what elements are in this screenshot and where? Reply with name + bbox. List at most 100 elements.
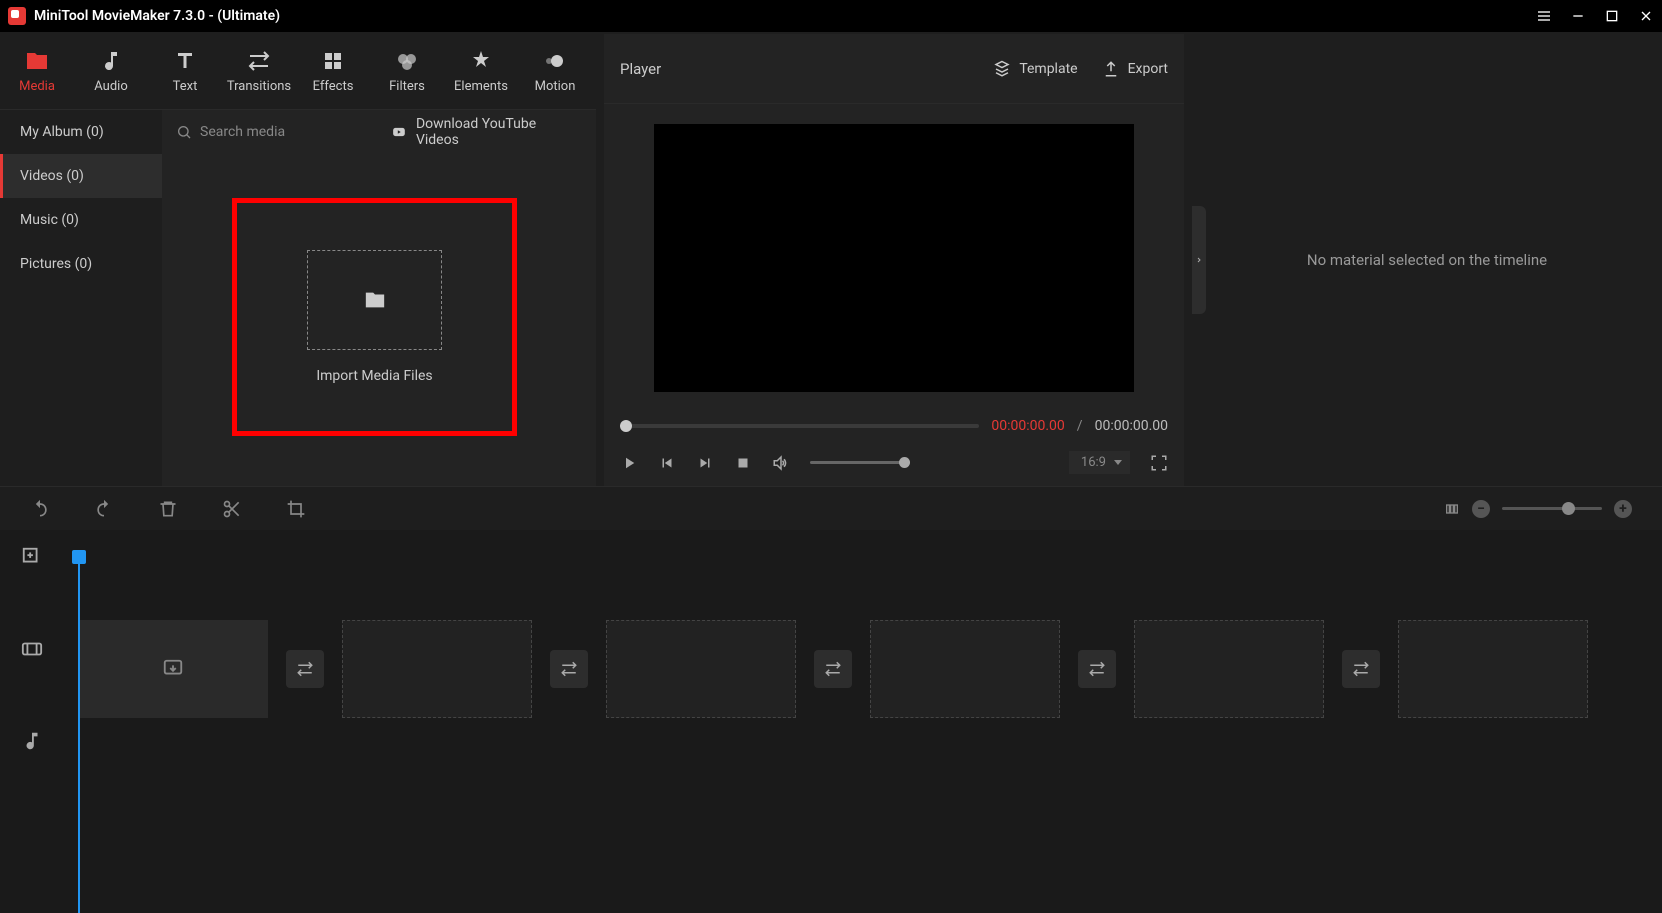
transition-slot[interactable] (286, 650, 324, 688)
time-sep: / (1077, 418, 1083, 434)
time-current: 00:00:00.00 (991, 418, 1064, 434)
ribbon-text-label: Text (173, 79, 198, 94)
maximize-icon[interactable] (1604, 8, 1620, 24)
zoom-handle[interactable] (1562, 502, 1575, 515)
import-highlight: Import Media Files (232, 198, 517, 436)
stop-icon[interactable] (734, 454, 752, 472)
prev-frame-icon[interactable] (658, 454, 676, 472)
hamburger-icon[interactable] (1536, 8, 1552, 24)
undo-icon[interactable] (30, 499, 50, 519)
volume-slider[interactable] (810, 461, 910, 464)
timeline (0, 530, 1662, 913)
media-sidebar: My Album (0) Videos (0) Music (0) Pictur… (0, 110, 162, 486)
ribbon-filters-label: Filters (389, 79, 425, 94)
ribbon-effects-label: Effects (313, 79, 354, 94)
transition-icon (1088, 660, 1106, 678)
transition-slot[interactable] (550, 650, 588, 688)
close-icon[interactable] (1638, 8, 1654, 24)
clip-slot[interactable] (606, 620, 796, 718)
scrubber-track[interactable] (620, 424, 979, 428)
playhead[interactable] (78, 550, 80, 913)
elements-icon (469, 49, 493, 73)
timeline-toolbar: − + (0, 486, 1662, 530)
crop-icon[interactable] (286, 499, 306, 519)
folder-icon (25, 49, 49, 73)
app-title: MiniTool MovieMaker 7.3.0 - (Ultimate) (34, 8, 280, 24)
add-track-icon[interactable] (21, 546, 43, 568)
transition-icon (296, 660, 314, 678)
player-panel: Player Template Export 00:00:00.00 / 00:… (604, 34, 1184, 486)
clip-slot[interactable] (78, 620, 268, 718)
zoom-slider[interactable] (1502, 507, 1602, 510)
download-label: Download YouTube Videos (416, 116, 582, 148)
volume-handle[interactable] (899, 457, 910, 468)
split-icon[interactable] (222, 499, 242, 519)
sidebar-videos[interactable]: Videos (0) (0, 154, 162, 198)
motion-icon (543, 49, 567, 73)
template-button[interactable]: Template (993, 60, 1077, 78)
import-label: Import Media Files (316, 368, 432, 384)
ribbon-elements-label: Elements (454, 79, 508, 94)
play-icon[interactable] (620, 454, 638, 472)
audio-track-icon[interactable] (21, 730, 43, 752)
effects-icon (321, 49, 345, 73)
download-youtube-button[interactable]: Download YouTube Videos (390, 116, 582, 148)
ribbon-transitions[interactable]: Transitions (222, 34, 296, 109)
redo-icon[interactable] (94, 499, 114, 519)
ribbon-elements[interactable]: Elements (444, 34, 518, 109)
ribbon-effects[interactable]: Effects (296, 34, 370, 109)
chevron-right-icon (1195, 254, 1203, 266)
transition-slot[interactable] (814, 650, 852, 688)
template-icon (993, 60, 1011, 78)
empty-state: No material selected on the timeline (1307, 251, 1547, 269)
collapse-handle[interactable] (1192, 206, 1206, 314)
import-clip-icon (162, 658, 184, 680)
ribbon-motion-label: Motion (535, 79, 576, 94)
minimize-icon[interactable] (1570, 8, 1586, 24)
youtube-icon (390, 125, 408, 139)
video-preview[interactable] (654, 124, 1134, 392)
transition-slot[interactable] (1342, 650, 1380, 688)
ribbon-filters[interactable]: Filters (370, 34, 444, 109)
sidebar-myalbum[interactable]: My Album (0) (0, 110, 162, 154)
ribbon-text[interactable]: Text (148, 34, 222, 109)
ribbon-audio[interactable]: Audio (74, 34, 148, 109)
volume-icon[interactable] (772, 454, 790, 472)
transition-icon (560, 660, 578, 678)
export-button[interactable]: Export (1102, 60, 1168, 78)
fullscreen-icon[interactable] (1150, 454, 1168, 472)
transitions-icon (247, 49, 271, 73)
sidebar-pictures[interactable]: Pictures (0) (0, 242, 162, 286)
player-title: Player (620, 60, 661, 78)
zoom-in-button[interactable]: + (1614, 500, 1632, 518)
search-input[interactable] (200, 124, 378, 140)
zoom-out-button[interactable]: − (1472, 500, 1490, 518)
transition-icon (1352, 660, 1370, 678)
text-icon (173, 49, 197, 73)
folder-icon (361, 289, 389, 311)
next-frame-icon[interactable] (696, 454, 714, 472)
clip-slot[interactable] (342, 620, 532, 718)
delete-icon[interactable] (158, 499, 178, 519)
titlebar: MiniTool MovieMaker 7.3.0 - (Ultimate) (0, 0, 1662, 32)
clip-slot[interactable] (1134, 620, 1324, 718)
scrubber-handle[interactable] (620, 420, 632, 432)
transition-icon (824, 660, 842, 678)
video-track-icon[interactable] (21, 638, 43, 660)
search-icon (176, 124, 192, 140)
ribbon-media-label: Media (19, 79, 55, 94)
fit-icon[interactable] (1444, 501, 1460, 517)
properties-panel: No material selected on the timeline (1192, 34, 1662, 486)
export-label: Export (1128, 61, 1168, 77)
ribbon-motion[interactable]: Motion (518, 34, 592, 109)
time-total: 00:00:00.00 (1095, 418, 1168, 434)
filters-icon (395, 49, 419, 73)
clip-slot[interactable] (1398, 620, 1588, 718)
import-dropzone[interactable] (307, 250, 442, 350)
ribbon-media[interactable]: Media (0, 34, 74, 109)
ribbon: Media Audio Text Transitions Effects Fil… (0, 34, 596, 110)
aspect-ratio-select[interactable]: 16:9 (1069, 451, 1130, 474)
transition-slot[interactable] (1078, 650, 1116, 688)
sidebar-music[interactable]: Music (0) (0, 198, 162, 242)
clip-slot[interactable] (870, 620, 1060, 718)
